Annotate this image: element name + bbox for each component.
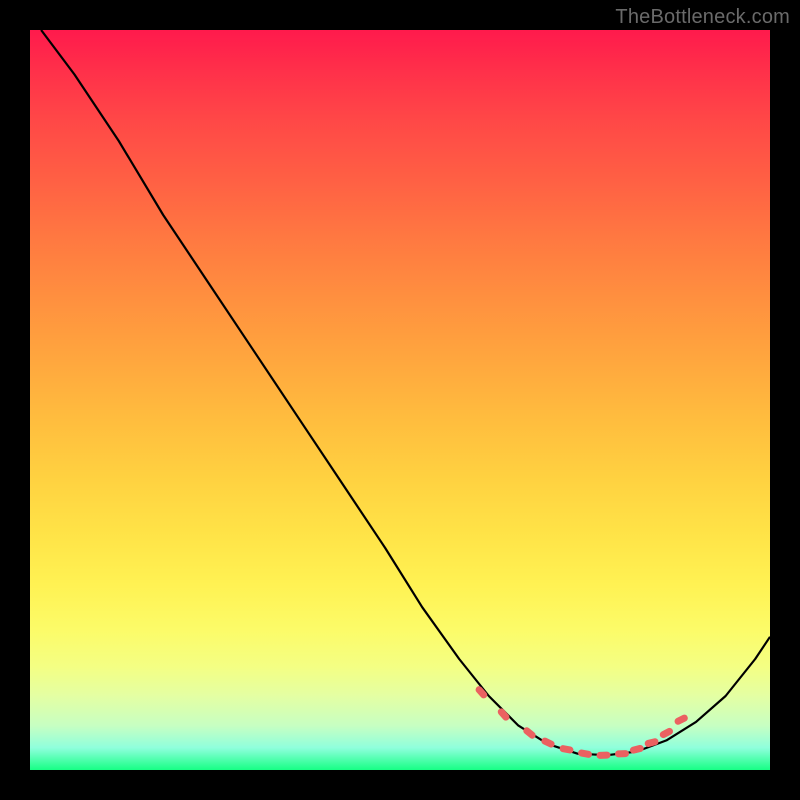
chart-svg xyxy=(30,30,770,770)
valley-marker xyxy=(673,713,689,726)
valley-marker xyxy=(644,738,659,748)
valley-marker xyxy=(629,744,644,754)
valley-marker xyxy=(659,727,675,740)
watermark-text: TheBottleneck.com xyxy=(615,6,790,29)
data-curve xyxy=(41,30,770,755)
valley-marker xyxy=(496,707,511,722)
valley-marker xyxy=(577,749,592,758)
valley-marker xyxy=(522,726,537,740)
valley-marker xyxy=(559,745,574,754)
valley-marker xyxy=(474,685,489,700)
valley-marker xyxy=(596,751,610,759)
valley-marker xyxy=(615,750,629,758)
plot-area xyxy=(30,30,770,770)
valley-marker xyxy=(540,736,556,748)
